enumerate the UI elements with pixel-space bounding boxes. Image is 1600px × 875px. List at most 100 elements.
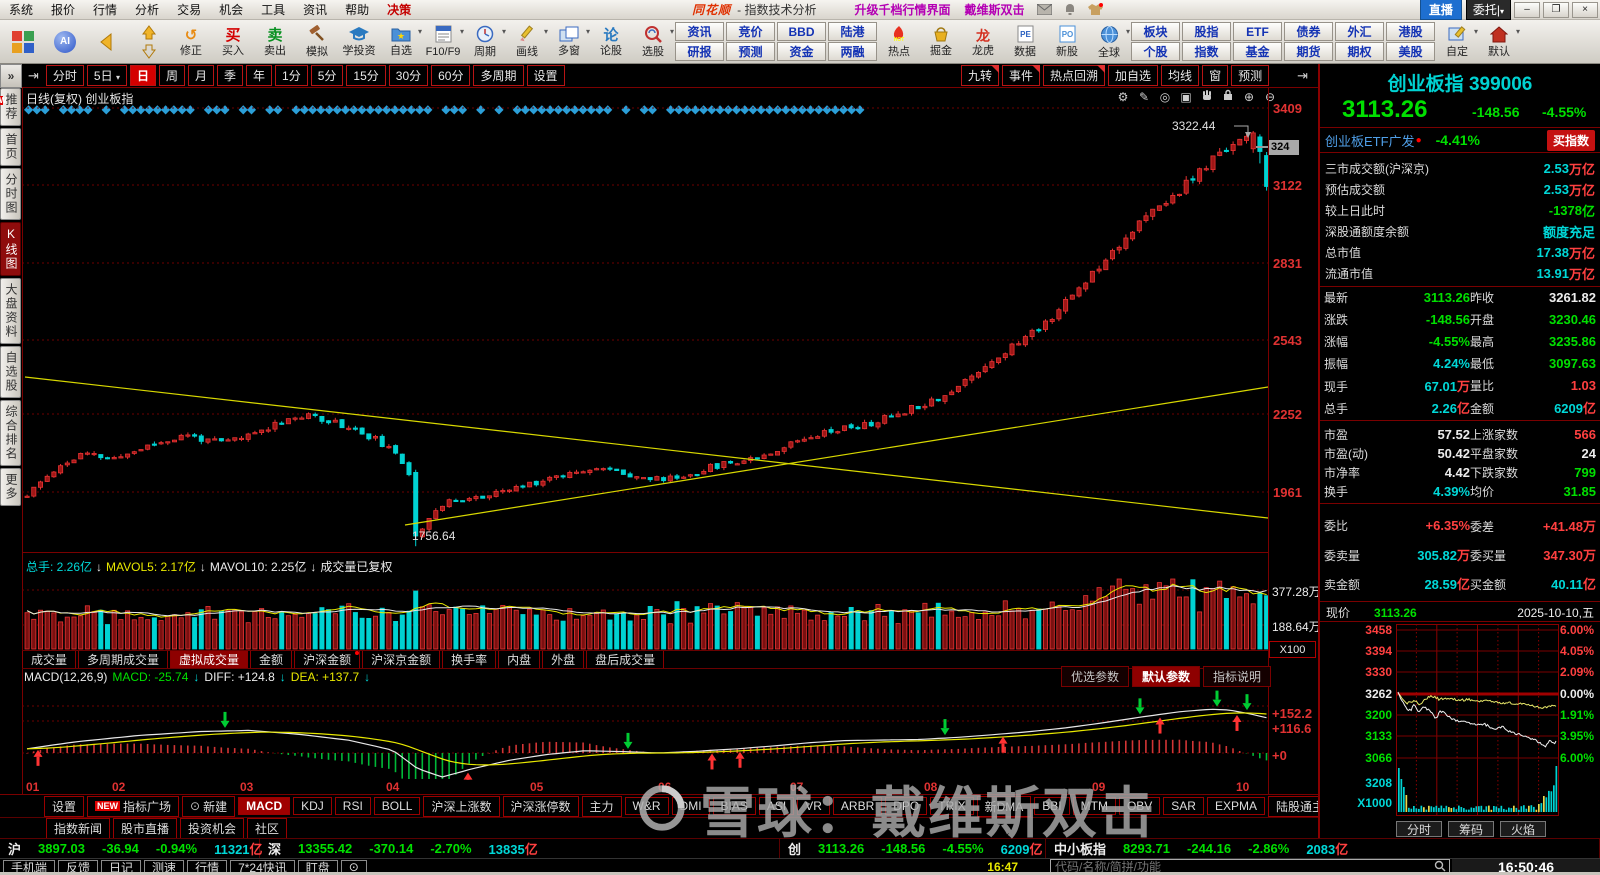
- tool-5[interactable]: 均线: [1161, 65, 1200, 86]
- news-tab-指数新闻[interactable]: 指数新闻: [46, 817, 111, 839]
- watchlist-button[interactable]: ★ 自选 ▾: [380, 21, 422, 63]
- order-trade-button[interactable]: 委托|▾: [1465, 0, 1511, 20]
- revise-button[interactable]: ↺ 修正: [170, 21, 212, 63]
- restore-button[interactable]: ❐: [1543, 1, 1569, 18]
- indicator-tab-RSI[interactable]: RSI: [334, 797, 371, 815]
- default-layout-button[interactable]: 默认 ▾: [1478, 21, 1520, 63]
- indicator-tab-主力[interactable]: 主力: [581, 795, 622, 817]
- toolbar-button-预测[interactable]: 预测: [726, 42, 775, 61]
- toolbar-button-资金[interactable]: 资金: [777, 42, 826, 61]
- indicator-tab-MACD[interactable]: MACD: [238, 797, 291, 815]
- stock-screener-dropdown-icon[interactable]: ▾: [670, 27, 674, 36]
- indicator-tab-KDJ[interactable]: KDJ: [293, 797, 332, 815]
- toolbar-button-两融[interactable]: 两融: [828, 42, 877, 61]
- live-broadcast-button[interactable]: 直播: [1419, 0, 1462, 20]
- toolbar-button-期货[interactable]: 期货: [1284, 42, 1333, 61]
- menu-item-10[interactable]: 决策: [378, 3, 420, 17]
- toolbar-button-陆港[interactable]: 陆港: [828, 22, 877, 41]
- indicator-tab-新建[interactable]: ⊙ 新建: [182, 795, 236, 817]
- menu-item-2[interactable]: 报价: [42, 3, 84, 17]
- bell-icon[interactable]: [1064, 3, 1076, 16]
- shirt-icon[interactable]: [1087, 3, 1103, 16]
- volume-tab-6[interactable]: 沪深京金额: [362, 651, 441, 668]
- toolbar-button-外汇[interactable]: 外汇: [1335, 22, 1384, 41]
- status-index-4[interactable]: 中小板指 8293.71 -244.16 -2.86% 2083亿: [1046, 839, 1600, 858]
- indicator-tab-MTM[interactable]: MTM: [1072, 797, 1116, 815]
- volume-tab-1[interactable]: 成交量: [22, 651, 77, 668]
- draw-line-button[interactable]: 画线 ▾: [506, 21, 548, 63]
- volume-tab-8[interactable]: 内盘: [498, 651, 541, 668]
- simulate-button[interactable]: 模拟: [296, 21, 338, 63]
- volume-tab-10[interactable]: 盘后成交量: [586, 651, 665, 668]
- volume-chart[interactable]: [22, 552, 1268, 650]
- macd-chart[interactable]: [22, 668, 1268, 780]
- period-3[interactable]: 日: [129, 65, 156, 86]
- sidebar-item-1[interactable]: 推荐NEW: [0, 88, 21, 126]
- period-1[interactable]: 分时: [45, 65, 84, 86]
- hot-topics-button[interactable]: HOT 热点: [878, 21, 920, 63]
- buy-index-button[interactable]: 买指数: [1546, 129, 1595, 151]
- toolbar-button-竞价[interactable]: 竞价: [726, 22, 775, 41]
- news-tab-股市直播[interactable]: 股市直播: [113, 817, 178, 839]
- volume-tab-4[interactable]: 金额: [250, 651, 293, 668]
- indicator-tab-指标广场[interactable]: NEW 指标广场: [87, 795, 180, 817]
- ai-assistant-button[interactable]: AI: [44, 21, 86, 63]
- indicator-tab-TRIX[interactable]: TRIX: [930, 797, 974, 815]
- f10-f9-button[interactable]: F10/F9 ▾: [422, 21, 464, 63]
- gold-mining-button[interactable]: 掘金: [920, 21, 962, 63]
- global-markets-button[interactable]: 全球 ▾: [1088, 21, 1130, 63]
- indicator-tab-DMI[interactable]: DMI: [671, 797, 710, 815]
- menu-item-9[interactable]: 帮助: [336, 3, 378, 17]
- sell-button[interactable]: 卖卖出: [254, 21, 296, 63]
- toolbar-button-板块[interactable]: 板块: [1131, 22, 1180, 41]
- indicator-tab-SAR[interactable]: SAR: [1163, 797, 1204, 815]
- status-index-2[interactable]: 深 13355.42 -370.14 -2.70% 13835亿: [260, 839, 780, 858]
- jump-end-icon[interactable]: ⇥: [1297, 68, 1308, 84]
- menu-item-6[interactable]: 机会: [210, 3, 252, 17]
- default-layout-dropdown-icon[interactable]: ▾: [1516, 27, 1520, 36]
- indicator-tab-W&R[interactable]: W&R: [624, 797, 669, 815]
- indicator-tab-DPO[interactable]: DPO: [885, 797, 928, 815]
- jump-start-icon[interactable]: ⇥: [28, 68, 39, 84]
- toolbar-button-期权[interactable]: 期权: [1335, 42, 1384, 61]
- news-tab-投资机会[interactable]: 投资机会: [180, 817, 245, 839]
- up-down-button[interactable]: [128, 21, 170, 63]
- toolbar-button-股指[interactable]: 股指: [1182, 22, 1231, 41]
- mini-tab-分时[interactable]: 分时: [1396, 821, 1443, 837]
- period-9[interactable]: 5分: [310, 65, 344, 86]
- tool-7[interactable]: 预测: [1231, 65, 1270, 86]
- period-button[interactable]: 周期 ▾: [464, 21, 506, 63]
- sidebar-item-2[interactable]: 首页: [0, 128, 21, 166]
- mini-tab-火焰[interactable]: 火焰: [1500, 821, 1547, 837]
- volume-tab-7[interactable]: 换手率: [442, 651, 497, 668]
- promo-link-davis[interactable]: 戴维斯双击: [965, 1, 1025, 18]
- sidebar-item-5[interactable]: 大盘资料: [0, 278, 21, 344]
- learn-invest-button[interactable]: 学投资: [338, 21, 380, 63]
- back-button[interactable]: [86, 21, 128, 63]
- sidebar-collapse-button[interactable]: »: [0, 64, 22, 88]
- toolbar-button-美股[interactable]: 美股: [1386, 42, 1435, 61]
- volume-tab-5[interactable]: 沪深金额: [294, 651, 361, 668]
- custom-layout-button[interactable]: 自定 ▾: [1436, 21, 1478, 63]
- app-logo-button[interactable]: [2, 21, 44, 63]
- dragon-tiger-button[interactable]: 龙龙虎: [962, 21, 1004, 63]
- mail-icon[interactable]: [1036, 4, 1052, 15]
- period-10[interactable]: 15分: [346, 65, 386, 86]
- intraday-mini-chart[interactable]: [1396, 624, 1559, 816]
- indicator-tab-BIAS[interactable]: BIAS: [712, 797, 756, 815]
- status-index-3[interactable]: 创 3113.26 -148.56 -4.55% 6209亿: [780, 839, 1046, 858]
- toolbar-button-ETF[interactable]: ETF: [1233, 22, 1282, 41]
- menu-item-3[interactable]: 行情: [84, 3, 126, 17]
- tool-6[interactable]: 窗: [1202, 65, 1229, 86]
- indicator-tab-VR[interactable]: VR: [797, 797, 830, 815]
- toolbar-button-资讯[interactable]: 资讯: [675, 22, 724, 41]
- tool-4[interactable]: 加自选: [1108, 65, 1159, 86]
- indicator-tab-BOLL[interactable]: BOLL: [373, 797, 421, 815]
- promo-link-upgrade[interactable]: 升级千档行情界面: [855, 1, 951, 18]
- period-8[interactable]: 1分: [275, 65, 308, 86]
- sidebar-item-7[interactable]: 综合排名: [0, 400, 21, 466]
- period-14[interactable]: 设置: [526, 65, 565, 86]
- menu-item-5[interactable]: 交易: [168, 3, 210, 17]
- sidebar-item-3[interactable]: 分时图: [0, 168, 21, 220]
- period-2[interactable]: 5日 ▾: [86, 65, 127, 86]
